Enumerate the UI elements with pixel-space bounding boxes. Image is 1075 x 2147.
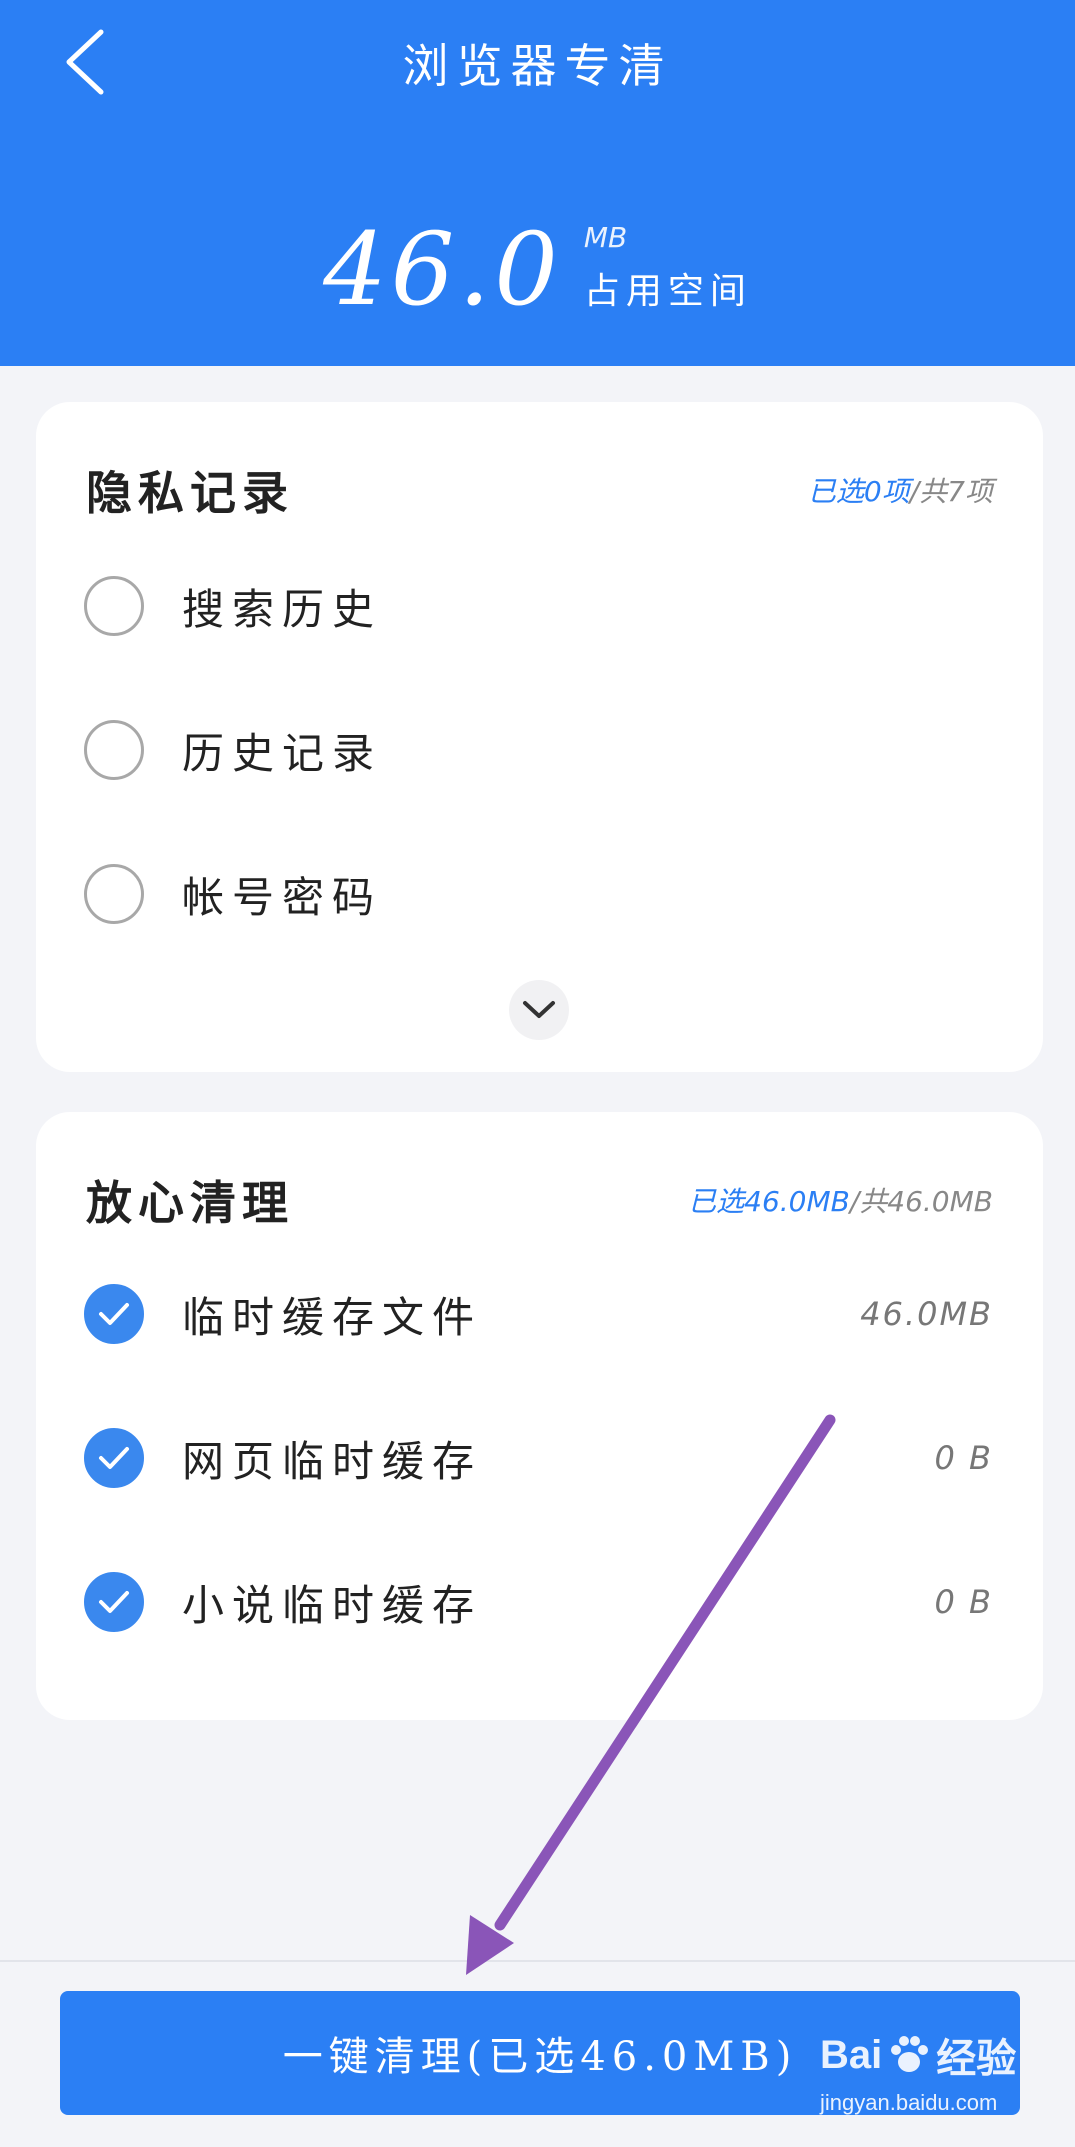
item-size: 46.0MB <box>860 1295 993 1333</box>
checkmark-icon <box>99 1591 129 1613</box>
privacy-records-card: 隐私记录 已选0项/共7项 搜索历史 历史记录 帐号密码 <box>36 402 1043 1072</box>
item-label: 小说临时缓存 <box>182 1580 483 1630</box>
total-size: /共46.0MB <box>849 1185 993 1218</box>
item-label: 临时缓存文件 <box>182 1292 483 1342</box>
safe-clean-card: 放心清理 已选46.0MB/共46.0MB 临时缓存文件 46.0MB 网页临时… <box>36 1112 1043 1720</box>
total-count: /共7项 <box>909 475 993 508</box>
checkbox-checked[interactable] <box>84 1428 144 1488</box>
page-title: 浏览器专清 <box>402 39 673 93</box>
storage-size-unit: MB <box>583 221 628 254</box>
item-label: 历史记录 <box>182 728 383 778</box>
expand-button[interactable] <box>509 980 569 1040</box>
chevron-down-icon <box>523 1001 555 1018</box>
storage-size-label: 占用空间 <box>583 271 752 312</box>
watermark-brand: Bai <box>820 2032 883 2077</box>
selected-size: 已选46.0MB <box>688 1185 850 1218</box>
paw-icon <box>891 2036 929 2072</box>
item-size: 0 B <box>934 1439 993 1477</box>
item-label: 帐号密码 <box>182 872 383 922</box>
header-bar: 浏览器专清 46.0 MB 占用空间 <box>0 0 1075 366</box>
storage-summary: 46.0 MB 占用空间 <box>0 200 1075 320</box>
list-item-temp-cache-files[interactable]: 临时缓存文件 46.0MB <box>84 1274 993 1354</box>
checkbox-checked[interactable] <box>84 1284 144 1344</box>
card-title: 隐私记录 <box>86 466 294 520</box>
list-item-web-temp-cache[interactable]: 网页临时缓存 0 B <box>84 1418 993 1498</box>
selection-summary: 已选46.0MB/共46.0MB <box>688 1180 993 1220</box>
list-item-novel-temp-cache[interactable]: 小说临时缓存 0 B <box>84 1562 993 1642</box>
item-label: 网页临时缓存 <box>182 1436 483 1486</box>
checkbox[interactable] <box>84 576 144 636</box>
watermark-url: jingyan.baidu.com <box>820 2090 998 2115</box>
checkbox[interactable] <box>84 720 144 780</box>
list-item-search-history[interactable]: 搜索历史 <box>84 566 993 646</box>
baidu-jingyan-watermark: Bai 经验 jingyan.baidu.com <box>820 2026 1070 2136</box>
selection-summary: 已选0项/共7项 <box>808 470 993 510</box>
item-label: 搜索历史 <box>182 584 383 634</box>
watermark-brand-suffix: 经验 <box>936 2037 1017 2081</box>
card-title: 放心清理 <box>86 1176 294 1230</box>
storage-size-value: 46.0 <box>323 211 562 328</box>
selected-count: 已选0项 <box>807 475 910 508</box>
checkbox-checked[interactable] <box>84 1572 144 1632</box>
item-size: 0 B <box>934 1583 993 1621</box>
checkmark-icon <box>99 1303 129 1325</box>
list-item-account-passwords[interactable]: 帐号密码 <box>84 854 993 934</box>
checkmark-icon <box>99 1447 129 1469</box>
checkbox[interactable] <box>84 864 144 924</box>
list-item-history-records[interactable]: 历史记录 <box>84 710 993 790</box>
